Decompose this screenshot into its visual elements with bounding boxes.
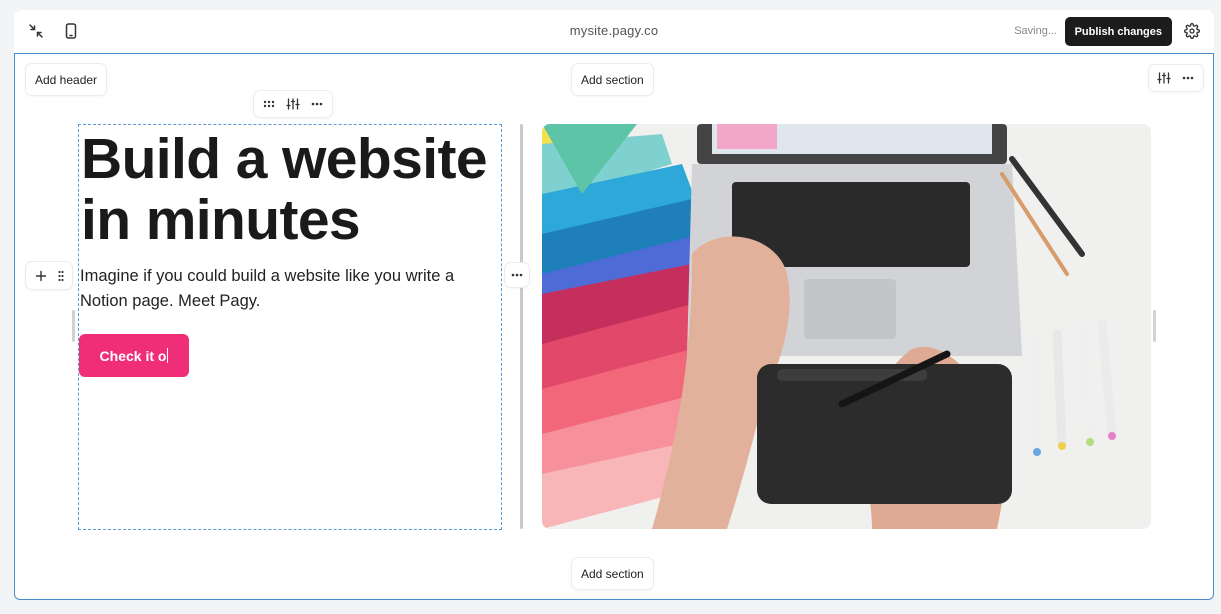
block-drag-handle-icon[interactable] bbox=[258, 93, 280, 115]
row-drag-handle-icon[interactable] bbox=[54, 265, 68, 287]
hero-text-block[interactable]: Build a website in minutes Imagine if yo… bbox=[78, 124, 502, 530]
gear-icon[interactable] bbox=[1178, 17, 1206, 45]
add-section-top-button[interactable]: Add section bbox=[572, 64, 653, 95]
section-settings-sliders-icon[interactable] bbox=[1153, 67, 1175, 89]
hero-headline[interactable]: Build a website in minutes bbox=[81, 129, 501, 251]
block-more-icon[interactable] bbox=[306, 93, 328, 115]
hero-subtext[interactable]: Imagine if you could build a website lik… bbox=[80, 264, 480, 314]
column-more-icon[interactable] bbox=[505, 263, 529, 287]
section-toolbar bbox=[1149, 65, 1203, 91]
hero-image[interactable] bbox=[542, 124, 1151, 529]
editor-topbar: mysite.pagy.co Saving... Publish changes bbox=[14, 10, 1214, 53]
text-caret bbox=[167, 348, 169, 363]
section-more-icon[interactable] bbox=[1177, 67, 1199, 89]
publish-changes-button[interactable]: Publish changes bbox=[1064, 17, 1172, 46]
row-handle-toolbar bbox=[26, 262, 72, 289]
block-settings-sliders-icon[interactable] bbox=[282, 93, 304, 115]
add-section-bottom-button[interactable]: Add section bbox=[572, 558, 653, 589]
hero-cta-button[interactable]: Check it o bbox=[79, 334, 189, 377]
right-resize-handle[interactable] bbox=[1153, 310, 1156, 342]
hero-cta-label: Check it o bbox=[99, 347, 167, 364]
block-toolbar bbox=[254, 91, 332, 117]
page-canvas: Add header Add section Build a website i… bbox=[14, 53, 1214, 600]
add-block-plus-icon[interactable] bbox=[30, 265, 52, 287]
add-header-button[interactable]: Add header bbox=[26, 64, 107, 95]
save-status: Saving... bbox=[1014, 25, 1057, 37]
column-divider[interactable] bbox=[520, 124, 523, 529]
drawing-tablet-illustration bbox=[757, 350, 1012, 504]
left-resize-handle[interactable] bbox=[72, 310, 75, 342]
